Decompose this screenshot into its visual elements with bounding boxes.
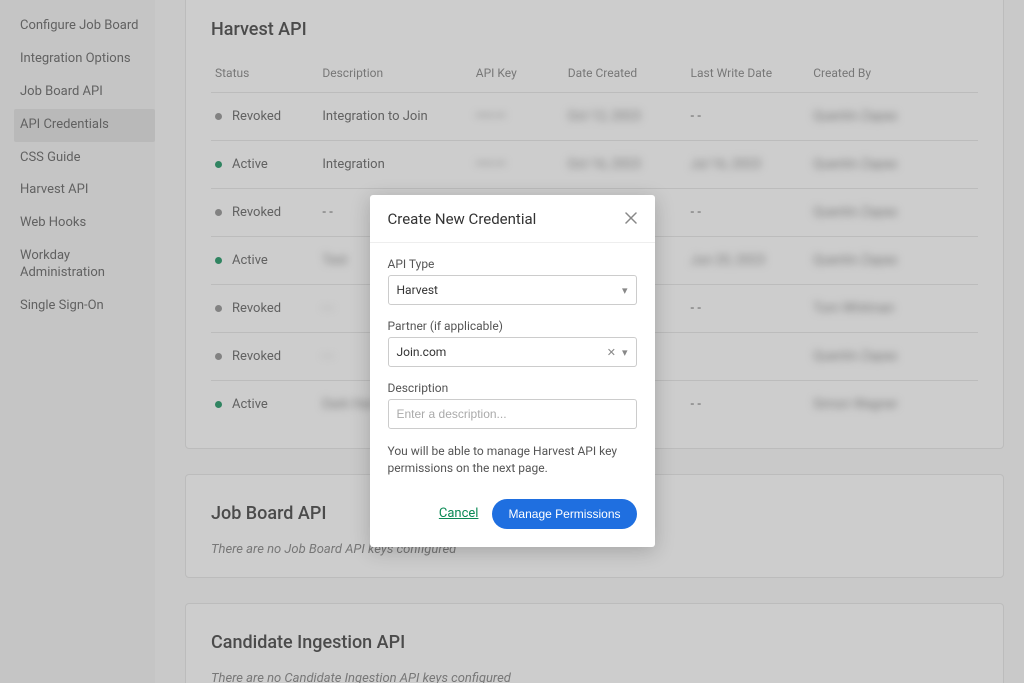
create-credential-modal: Create New Credential API Type Harvest ▾… xyxy=(370,195,655,547)
chevron-down-icon: ▾ xyxy=(622,346,628,359)
close-icon[interactable] xyxy=(625,209,637,228)
description-input[interactable] xyxy=(397,407,628,421)
chevron-down-icon: ▾ xyxy=(622,284,628,297)
partner-select[interactable]: Join.com ✕ ▾ xyxy=(388,337,637,367)
modal-overlay: Create New Credential API Type Harvest ▾… xyxy=(0,0,1024,683)
partner-value: Join.com xyxy=(397,345,447,359)
api-type-label: API Type xyxy=(388,257,637,271)
cancel-button[interactable]: Cancel xyxy=(439,506,479,521)
clear-icon[interactable]: ✕ xyxy=(607,346,616,359)
manage-permissions-button[interactable]: Manage Permissions xyxy=(492,499,636,529)
partner-label: Partner (if applicable) xyxy=(388,319,637,333)
description-label: Description xyxy=(388,381,637,395)
api-type-select[interactable]: Harvest ▾ xyxy=(388,275,637,305)
modal-title: Create New Credential xyxy=(388,210,537,228)
modal-help-text: You will be able to manage Harvest API k… xyxy=(388,443,637,477)
api-type-value: Harvest xyxy=(397,283,438,297)
